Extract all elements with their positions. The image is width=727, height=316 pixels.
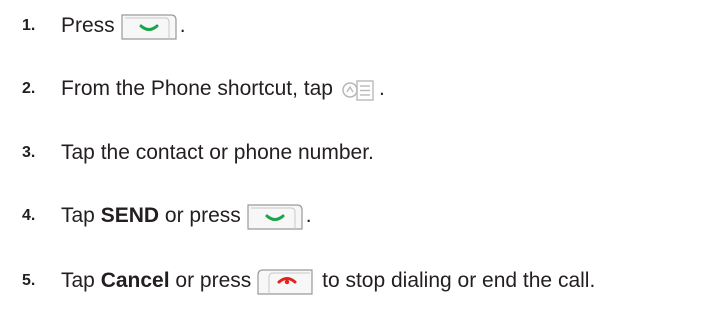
step-text-before: Press xyxy=(61,14,115,37)
step-text-before: From the Phone shortcut, tap xyxy=(61,77,333,100)
step-number: 1. xyxy=(22,17,36,34)
step-number: 4. xyxy=(22,207,36,224)
step-3: 3. Tap the contact or phone number. xyxy=(22,135,374,171)
step-2: 2. From the Phone shortcut, tap . xyxy=(22,71,385,107)
step-number: 5. xyxy=(22,272,36,289)
red-end-key-icon xyxy=(257,267,314,295)
step-text: Tap SEND or press . xyxy=(61,202,312,230)
step-text-after: . xyxy=(305,204,312,227)
step-1: 1. Press . xyxy=(22,8,186,44)
step-number: 3. xyxy=(22,144,36,161)
step-4: 4. Tap SEND or press . xyxy=(22,198,312,234)
green-send-key-icon xyxy=(247,202,304,230)
step-text-before: Tap the contact or phone number. xyxy=(61,141,374,164)
contacts-list-icon xyxy=(341,75,377,103)
step-text-after: . xyxy=(378,77,385,100)
step-5: 5. Tap Cancel or press to stop dialing o… xyxy=(22,263,595,299)
step-text: Tap the contact or phone number. xyxy=(61,141,374,165)
step-text-mid: or press xyxy=(159,204,241,227)
step-bold-text: SEND xyxy=(100,204,160,227)
step-text-before: Tap xyxy=(61,269,101,292)
step-text-after: to stop dialing or end the call. xyxy=(316,269,596,292)
step-number: 2. xyxy=(22,80,36,97)
green-send-key-icon xyxy=(121,12,178,40)
step-text-mid: or press xyxy=(169,269,252,292)
step-text: Tap Cancel or press to stop dialing or e… xyxy=(61,267,595,295)
step-text: Press . xyxy=(61,12,186,40)
step-text-before: Tap xyxy=(61,204,101,227)
step-text-after: . xyxy=(179,14,186,37)
step-text: From the Phone shortcut, tap . xyxy=(61,75,385,103)
step-bold-text: Cancel xyxy=(100,269,170,292)
